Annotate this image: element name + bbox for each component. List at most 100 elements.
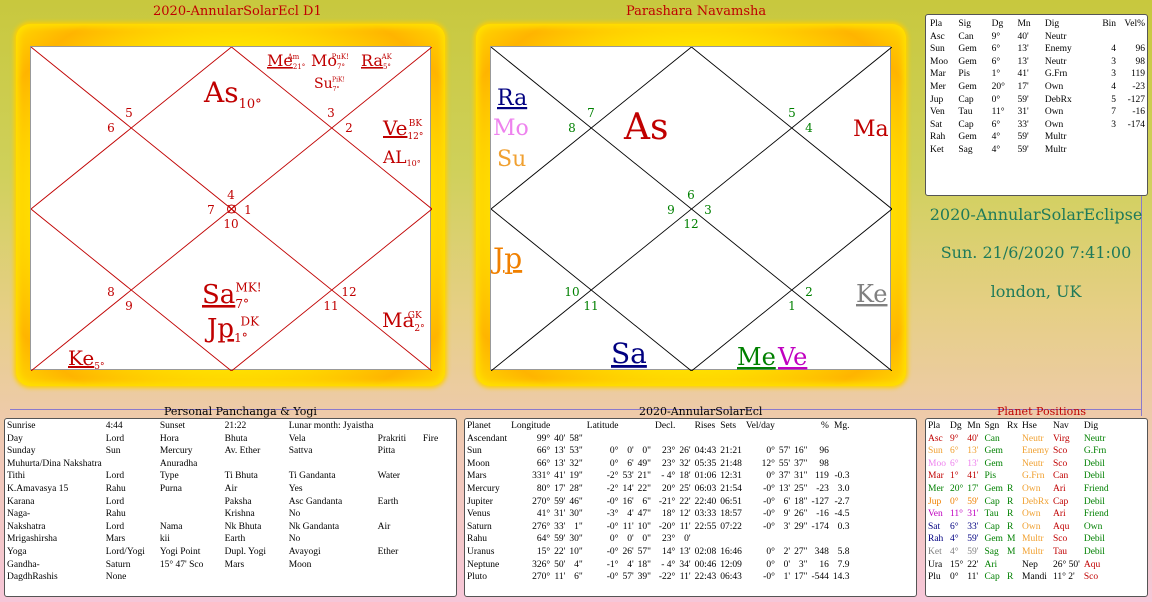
ephemeris-cell: 50' <box>554 559 566 570</box>
panchanga-cell: Earth <box>377 496 399 507</box>
ephemeris-cell: Rahu <box>467 534 488 545</box>
d1-chart[interactable]: 5 6 3 2 4 7 1 10 8 9 11 12 Me21° Am Mo7° PuK! Ra5° AK Su7°… <box>30 46 432 371</box>
positions-row: Moo 6° 13' Gem Neutr Sco Debil <box>926 458 1111 471</box>
panchanga-cell: Lord <box>105 521 125 532</box>
navamsha-planet-sa[interactable]: Sa <box>611 337 647 370</box>
ephemeris-cell: 11' <box>679 521 691 532</box>
d1-house-4: 4 <box>227 188 235 202</box>
positions-header: Dg <box>949 421 962 431</box>
d1-house-12: 12 <box>341 285 356 299</box>
navamsha-planet-ma[interactable]: Ma <box>853 117 889 142</box>
positions-row: Jup 0° 59' Cap R DebRx Cap Debil <box>926 496 1111 509</box>
ephemeris-cell: 20° <box>662 483 676 494</box>
ephemeris-cell: -0° <box>763 483 775 494</box>
navamsha-chart[interactable]: 7 8 5 4 6 9 3 12 10 11 2 1 Ra Mo Su As Ma Jp Ke Sa Me Ve <box>490 46 892 371</box>
panchanga-cell: Pitta <box>377 446 396 457</box>
positions-cell: Neutr <box>1083 433 1106 444</box>
ephemeris-cell: 4' <box>627 509 634 520</box>
navamsha-planet-me[interactable]: Me <box>737 343 776 371</box>
positions-cell: Tau <box>1052 546 1068 557</box>
panchanga-cell <box>376 571 421 584</box>
navamsha-planet-ra[interactable]: Ra <box>497 86 527 111</box>
panchanga-cell <box>421 546 455 559</box>
planet-table: Pla Sig Dg Mn Dig Bin Vel% Asc Can 9° 40' Neutr Sun… <box>928 18 1147 157</box>
ephemeris-cell: -20° <box>658 521 676 532</box>
planet-table-cell: Own <box>1044 107 1064 118</box>
ephemeris-cell <box>831 458 852 471</box>
panchanga-row: Gandha- Saturn 15° 47' Sco Mars Moon <box>5 559 455 572</box>
ephemeris-cell: 30" <box>569 534 583 545</box>
ephemeris-cell: 66° <box>536 446 551 457</box>
planet-table-cell: Sat <box>930 119 943 130</box>
positions-cell: 59' <box>967 496 979 507</box>
navamsha-planet-ke[interactable]: Ke <box>856 280 888 308</box>
panchanga-cell: Paksha <box>224 496 252 507</box>
positions-cell: Neutr <box>1022 458 1044 469</box>
ephemeris-cell <box>744 533 777 546</box>
ephemeris-cell: -2.7 <box>834 496 850 507</box>
ephemeris-cell: 331° <box>532 471 551 482</box>
panchanga-cell: No <box>288 534 301 545</box>
ephemeris-cell: 31" <box>794 471 808 482</box>
panchanga-cell <box>421 483 455 496</box>
ephemeris-header: Rises <box>694 421 716 431</box>
navamsha-planet-su[interactable]: Su <box>497 147 526 172</box>
ephemeris-cell: -127 <box>811 496 829 507</box>
navamsha-planet-jp[interactable]: Jp <box>491 242 522 275</box>
ephemeris-cell: 9' <box>783 509 791 520</box>
positions-header: Rx <box>1006 421 1019 431</box>
positions-cell: Neutr <box>1022 433 1044 444</box>
ephemeris-cell: 16" <box>794 446 808 457</box>
planet-ke[interactable]: Ke5° <box>68 346 104 371</box>
ephemeris-cell: 05:35 <box>694 458 717 469</box>
navamsha-planet-mo[interactable]: Mo <box>493 116 529 141</box>
d1-chart-title: 2020-AnnularSolarEcl D1 <box>153 4 322 19</box>
positions-cell: Cap <box>984 521 1000 532</box>
panchanga-row: Day Lord Hora Bhuta Vela Prakriti Fire <box>5 433 455 446</box>
ephemeris-cell: Mercury <box>467 483 500 494</box>
ephemeris-cell: 22:43 <box>694 572 717 583</box>
navamsha-planet-ve[interactable]: Ve <box>777 343 807 371</box>
ephemeris-cell: 37" <box>794 458 808 469</box>
planet-al[interactable]: AL10° <box>382 148 421 168</box>
planet-table-cell: 31' <box>1017 107 1029 118</box>
planet-table-cell: 59' <box>1017 132 1029 143</box>
positions-cell: Own <box>1083 521 1103 532</box>
planet-me[interactable]: Me21° <box>267 51 305 71</box>
ephemeris-cell: 119 <box>815 471 829 482</box>
panchanga-cell: Prakriti <box>377 433 407 444</box>
planet-table-cell: 9° <box>991 31 1001 42</box>
panchanga-title: Personal Panchanga & Yogi <box>164 405 317 418</box>
planet-table-header: Bin <box>1102 19 1117 29</box>
positions-cell: Own <box>1022 521 1041 532</box>
positions-cell: Sag <box>984 546 999 557</box>
panchanga-cell: Lord <box>105 496 125 507</box>
planet-table-cell: 4° <box>991 144 1001 155</box>
ephemeris-cell: -16 <box>816 509 829 520</box>
panchanga-cell <box>421 559 455 572</box>
ephemeris-cell: 31' <box>554 509 566 520</box>
positions-cell: 0° <box>949 572 959 583</box>
ephemeris-cell: 37' <box>778 471 791 482</box>
positions-cell: 13' <box>967 446 979 457</box>
ephemeris-row: Jupiter 270° 59' 46" -0° 16' 6" -21° 22' 22:40 06:… <box>465 496 852 509</box>
ephemeris-cell <box>831 533 852 546</box>
planet-table-cell: Tau <box>958 107 973 118</box>
ephemeris-cell: -2° <box>606 483 619 494</box>
ephemeris-cell <box>831 433 852 446</box>
panchanga-cell <box>421 470 455 483</box>
ephemeris-cell: -0° <box>763 521 775 532</box>
positions-cell: Virg <box>1052 433 1070 444</box>
ephemeris-cell: 18" <box>637 559 652 570</box>
ephemeris-cell <box>677 433 692 446</box>
ephemeris-cell: 10" <box>569 546 583 557</box>
navamsha-planet-as[interactable]: As <box>623 107 668 148</box>
planet-table-cell: Moo <box>930 56 948 67</box>
panchanga-row: DagdhRashis None <box>5 571 455 584</box>
planet-as[interactable]: As10° <box>203 76 262 112</box>
planet-table-cell: 41' <box>1017 69 1029 80</box>
positions-cell: 13' <box>967 458 979 469</box>
positions-header: Hse <box>1022 421 1037 431</box>
panchanga-row: Naga- Rahu Krishna No <box>5 508 455 521</box>
ephemeris-cell: 270° <box>532 496 551 507</box>
